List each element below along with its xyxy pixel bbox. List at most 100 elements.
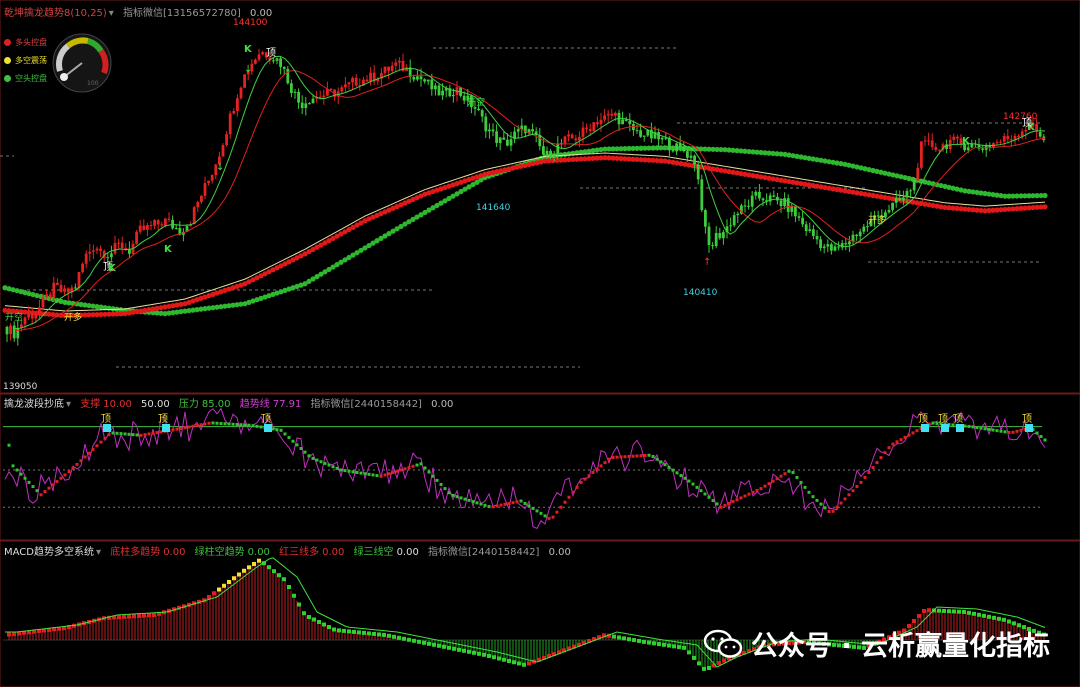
osc-dot bbox=[483, 503, 487, 507]
macd-dropdown-icon[interactable]: ▾ bbox=[96, 547, 101, 558]
macd-dot bbox=[427, 641, 431, 646]
osc-dot bbox=[999, 429, 1003, 433]
osc-dot bbox=[971, 425, 975, 429]
osc-dot bbox=[283, 432, 287, 436]
dropdown-icon[interactable]: ▾ bbox=[109, 8, 114, 19]
osc-dot bbox=[39, 493, 43, 497]
candle bbox=[437, 83, 441, 96]
osc-dot bbox=[559, 505, 563, 509]
macd-dot bbox=[677, 645, 681, 650]
candle-body bbox=[628, 120, 632, 125]
osc-dot bbox=[471, 500, 475, 504]
candle-body bbox=[966, 147, 970, 151]
candle-body bbox=[120, 242, 124, 248]
candle bbox=[700, 174, 704, 213]
wechat-icon bbox=[703, 629, 743, 658]
candle-body bbox=[369, 72, 372, 82]
candle-body bbox=[693, 155, 696, 165]
macd-dot bbox=[247, 565, 251, 570]
candle-body bbox=[642, 135, 646, 137]
macd-header: MACD趋势多空系统 ▾ 底柱多趋势 0.00 绿柱空趋势 0.00 红三线多 0.00… bbox=[4, 543, 577, 558]
candle-body bbox=[257, 54, 261, 60]
osc-dot bbox=[663, 463, 667, 467]
osc-dot bbox=[659, 460, 663, 464]
price-label-right-high: 142760 bbox=[1003, 112, 1038, 122]
osc-dot bbox=[523, 501, 527, 505]
candle-body bbox=[902, 197, 905, 201]
osc-dot bbox=[423, 466, 427, 470]
macd-dot bbox=[697, 661, 701, 666]
osc-dot bbox=[295, 443, 299, 447]
candle-body bbox=[66, 288, 70, 293]
macd-dot bbox=[397, 635, 401, 640]
candle-body bbox=[480, 110, 484, 117]
candle-body bbox=[502, 137, 506, 140]
candle-body bbox=[351, 77, 354, 83]
ma-long-red-dot bbox=[1042, 204, 1048, 210]
candle-body bbox=[578, 136, 581, 141]
macd-indicator-name[interactable]: MACD趋势多空系统 bbox=[4, 547, 94, 558]
osc-dot bbox=[531, 506, 535, 510]
osc-top-3: 顶 bbox=[261, 414, 271, 425]
candle-body bbox=[416, 76, 419, 80]
macd-red3-label: 红三线多 bbox=[279, 547, 320, 558]
sentiment-gauge bbox=[52, 33, 112, 93]
candle-body bbox=[700, 179, 704, 211]
osc-dot bbox=[599, 464, 603, 468]
osc-dot bbox=[735, 498, 739, 502]
candle-body bbox=[815, 235, 819, 240]
osc-dot bbox=[43, 489, 47, 493]
osc-dot bbox=[931, 421, 935, 425]
candle-body bbox=[146, 225, 149, 230]
osc-dot bbox=[191, 424, 195, 428]
osc-dot bbox=[235, 422, 239, 426]
macd-dot bbox=[337, 628, 341, 633]
macd-dot bbox=[922, 609, 926, 613]
osc-dropdown-icon[interactable]: ▾ bbox=[66, 399, 71, 410]
osc-dot bbox=[459, 496, 463, 500]
candle-body bbox=[920, 141, 923, 168]
macd-dot bbox=[992, 615, 996, 620]
candle-body bbox=[858, 231, 862, 237]
price-label-high: 144100 bbox=[233, 18, 268, 28]
osc-dot bbox=[327, 463, 331, 467]
macd-dot bbox=[982, 613, 986, 618]
osc-dot bbox=[35, 489, 39, 493]
candle-body bbox=[718, 233, 722, 239]
osc-dot bbox=[511, 501, 515, 505]
legend-item-bear: 空头控盘 bbox=[4, 70, 47, 88]
macd-dot bbox=[207, 595, 211, 599]
osc-dot bbox=[27, 480, 31, 484]
osc-dot bbox=[631, 454, 635, 458]
osc-dot bbox=[127, 432, 131, 436]
osc-dot bbox=[859, 480, 863, 484]
candle-body bbox=[441, 90, 444, 96]
osc-indicator-name[interactable]: 擒龙波段抄底 bbox=[4, 399, 64, 410]
candle-body bbox=[207, 180, 210, 184]
macd-dot bbox=[357, 630, 361, 635]
osc-trend-label: 趋势线 bbox=[239, 399, 270, 410]
osc-dot bbox=[871, 466, 875, 470]
candle-body bbox=[354, 77, 358, 86]
legend-item-range: 多空震荡 bbox=[4, 52, 47, 70]
candle-body bbox=[462, 95, 466, 101]
main-indicator-name[interactable]: 乾坤擒龙趋势8(10,25) bbox=[4, 8, 107, 19]
osc-dot bbox=[611, 455, 615, 459]
candle-body bbox=[142, 225, 146, 230]
osc-dot bbox=[991, 428, 995, 432]
osc-dot bbox=[579, 480, 583, 484]
candle-body bbox=[675, 143, 678, 152]
osc-dot bbox=[63, 473, 67, 477]
macd-dot bbox=[512, 660, 516, 665]
candle-body bbox=[12, 325, 16, 339]
candle-body bbox=[516, 129, 520, 132]
macd-dot bbox=[632, 638, 636, 643]
macd-dot bbox=[472, 650, 476, 655]
red-dot-icon bbox=[4, 39, 11, 46]
macd-dot bbox=[432, 642, 436, 647]
osc-dot bbox=[823, 506, 827, 510]
osc-dot bbox=[303, 450, 307, 454]
candle-body bbox=[758, 191, 761, 199]
candle-body bbox=[495, 131, 498, 144]
signal-top-3: 顶 bbox=[1022, 118, 1032, 129]
